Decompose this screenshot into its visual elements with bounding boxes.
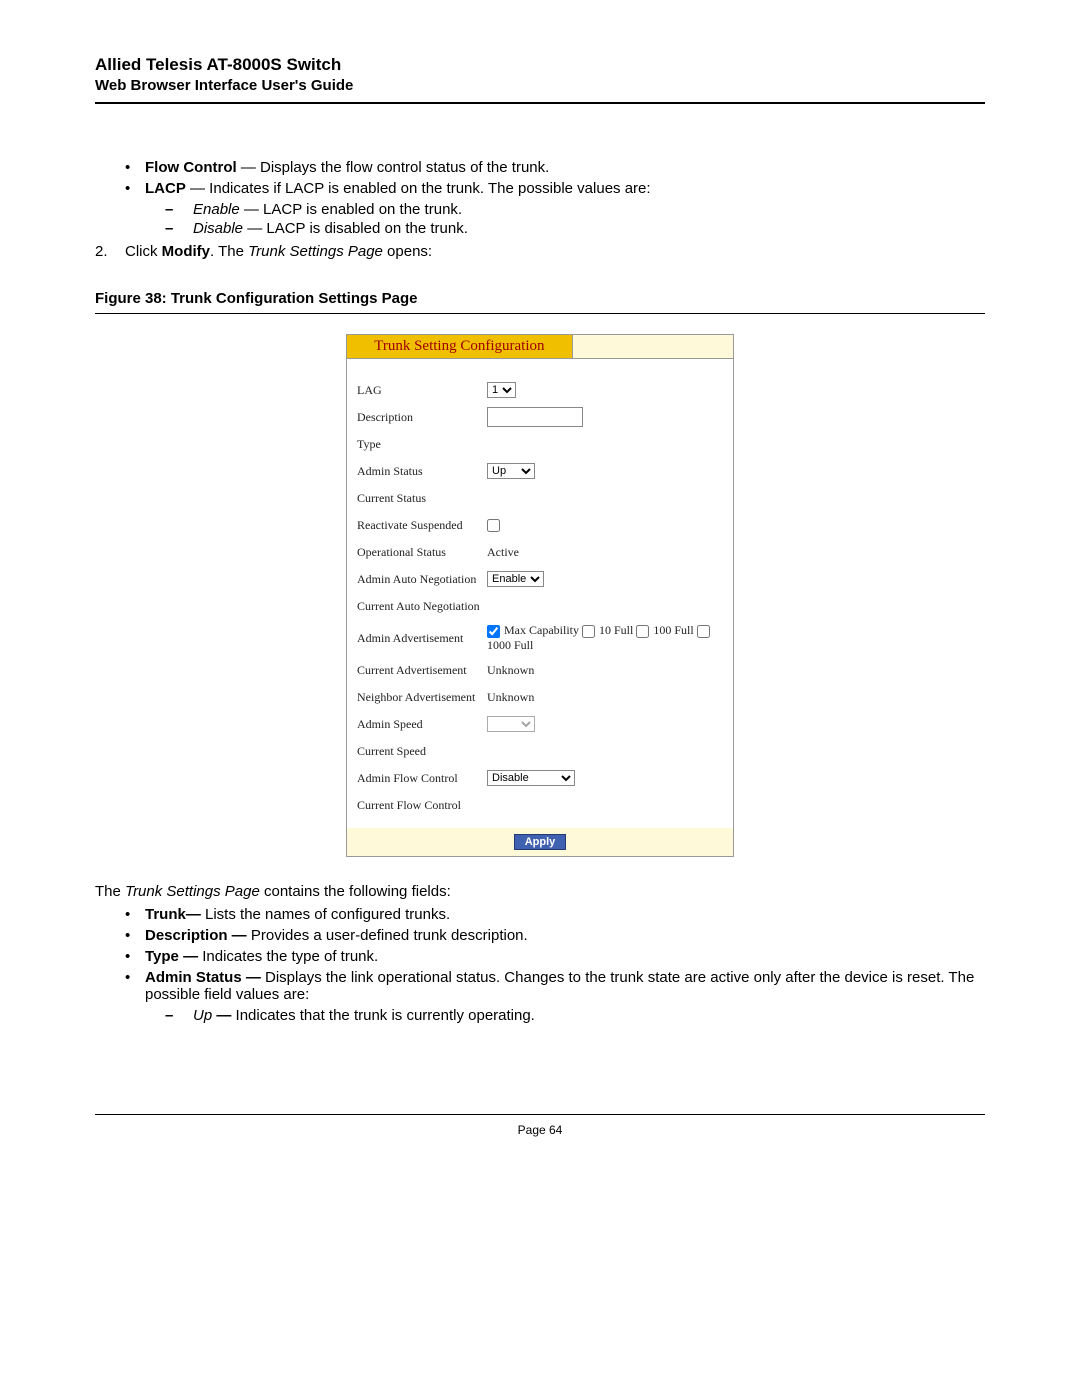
admin-flow-label: Admin Flow Control (357, 771, 487, 786)
current-speed-label: Current Speed (357, 744, 487, 759)
bullet-lacp: • LACP — Indicates if LACP is enabled on… (125, 180, 985, 197)
doc-title: Allied Telesis AT-8000S Switch (95, 55, 985, 75)
admin-flow-select[interactable]: Disable (487, 770, 575, 786)
adv-max-checkbox[interactable] (487, 625, 500, 638)
operational-status-value: Active (487, 545, 723, 560)
page-number: Page 64 (95, 1123, 985, 1137)
admin-adv-options: Max Capability 10 Full 100 Full 1000 Ful… (487, 623, 723, 653)
header-rule (95, 102, 985, 104)
step-2: 2. Click Modify. The Trunk Settings Page… (95, 243, 985, 260)
neighbor-adv-value: Unknown (487, 690, 723, 705)
current-adv-label: Current Advertisement (357, 663, 487, 678)
admin-speed-label: Admin Speed (357, 717, 487, 732)
current-flow-label: Current Flow Control (357, 798, 487, 813)
subbullet-disable: – Disable — LACP is disabled on the trun… (165, 220, 985, 237)
adv-1000-checkbox[interactable] (697, 625, 710, 638)
bullet-admin-status: • Admin Status — Displays the link opera… (125, 969, 985, 1003)
admin-speed-select[interactable] (487, 716, 535, 732)
doc-subtitle: Web Browser Interface User's Guide (95, 77, 985, 94)
subbullet-up: – Up — Indicates that the trunk is curre… (165, 1007, 985, 1024)
description-label: Description (357, 410, 487, 425)
current-auto-neg-label: Current Auto Negotiation (357, 599, 487, 614)
operational-status-label: Operational Status (357, 545, 487, 560)
trunk-config-panel: Trunk Setting Configuration LAG 1 Descri… (346, 334, 734, 857)
bullet-description: • Description — Provides a user-defined … (125, 927, 985, 944)
lag-select[interactable]: 1 (487, 382, 516, 398)
current-status-label: Current Status (357, 491, 487, 506)
figure-rule (95, 313, 985, 314)
subbullet-enable: – Enable — LACP is enabled on the trunk. (165, 201, 985, 218)
reactivate-checkbox[interactable] (487, 519, 500, 532)
description-input[interactable] (487, 407, 583, 427)
admin-status-select[interactable]: Up (487, 463, 535, 479)
type-label: Type (357, 437, 487, 452)
figure-caption: Figure 38: Trunk Configuration Settings … (95, 290, 985, 307)
lag-label: LAG (357, 383, 487, 398)
admin-status-label: Admin Status (357, 464, 487, 479)
current-adv-value: Unknown (487, 663, 723, 678)
apply-button[interactable]: Apply (514, 834, 567, 850)
bullet-trunk: • Trunk— Lists the names of configured t… (125, 906, 985, 923)
bullet-flow-control: • Flow Control — Displays the flow contr… (125, 159, 985, 176)
admin-auto-neg-label: Admin Auto Negotiation (357, 572, 487, 587)
adv-10-checkbox[interactable] (582, 625, 595, 638)
footer-rule (95, 1114, 985, 1115)
admin-adv-label: Admin Advertisement (357, 631, 487, 646)
admin-auto-neg-select[interactable]: Enable (487, 571, 544, 587)
below-intro: The Trunk Settings Page contains the fol… (95, 883, 985, 900)
reactivate-label: Reactivate Suspended (357, 518, 487, 533)
adv-100-checkbox[interactable] (636, 625, 649, 638)
bullet-type: • Type — Indicates the type of trunk. (125, 948, 985, 965)
neighbor-adv-label: Neighbor Advertisement (357, 690, 487, 705)
panel-title: Trunk Setting Configuration (347, 335, 573, 358)
